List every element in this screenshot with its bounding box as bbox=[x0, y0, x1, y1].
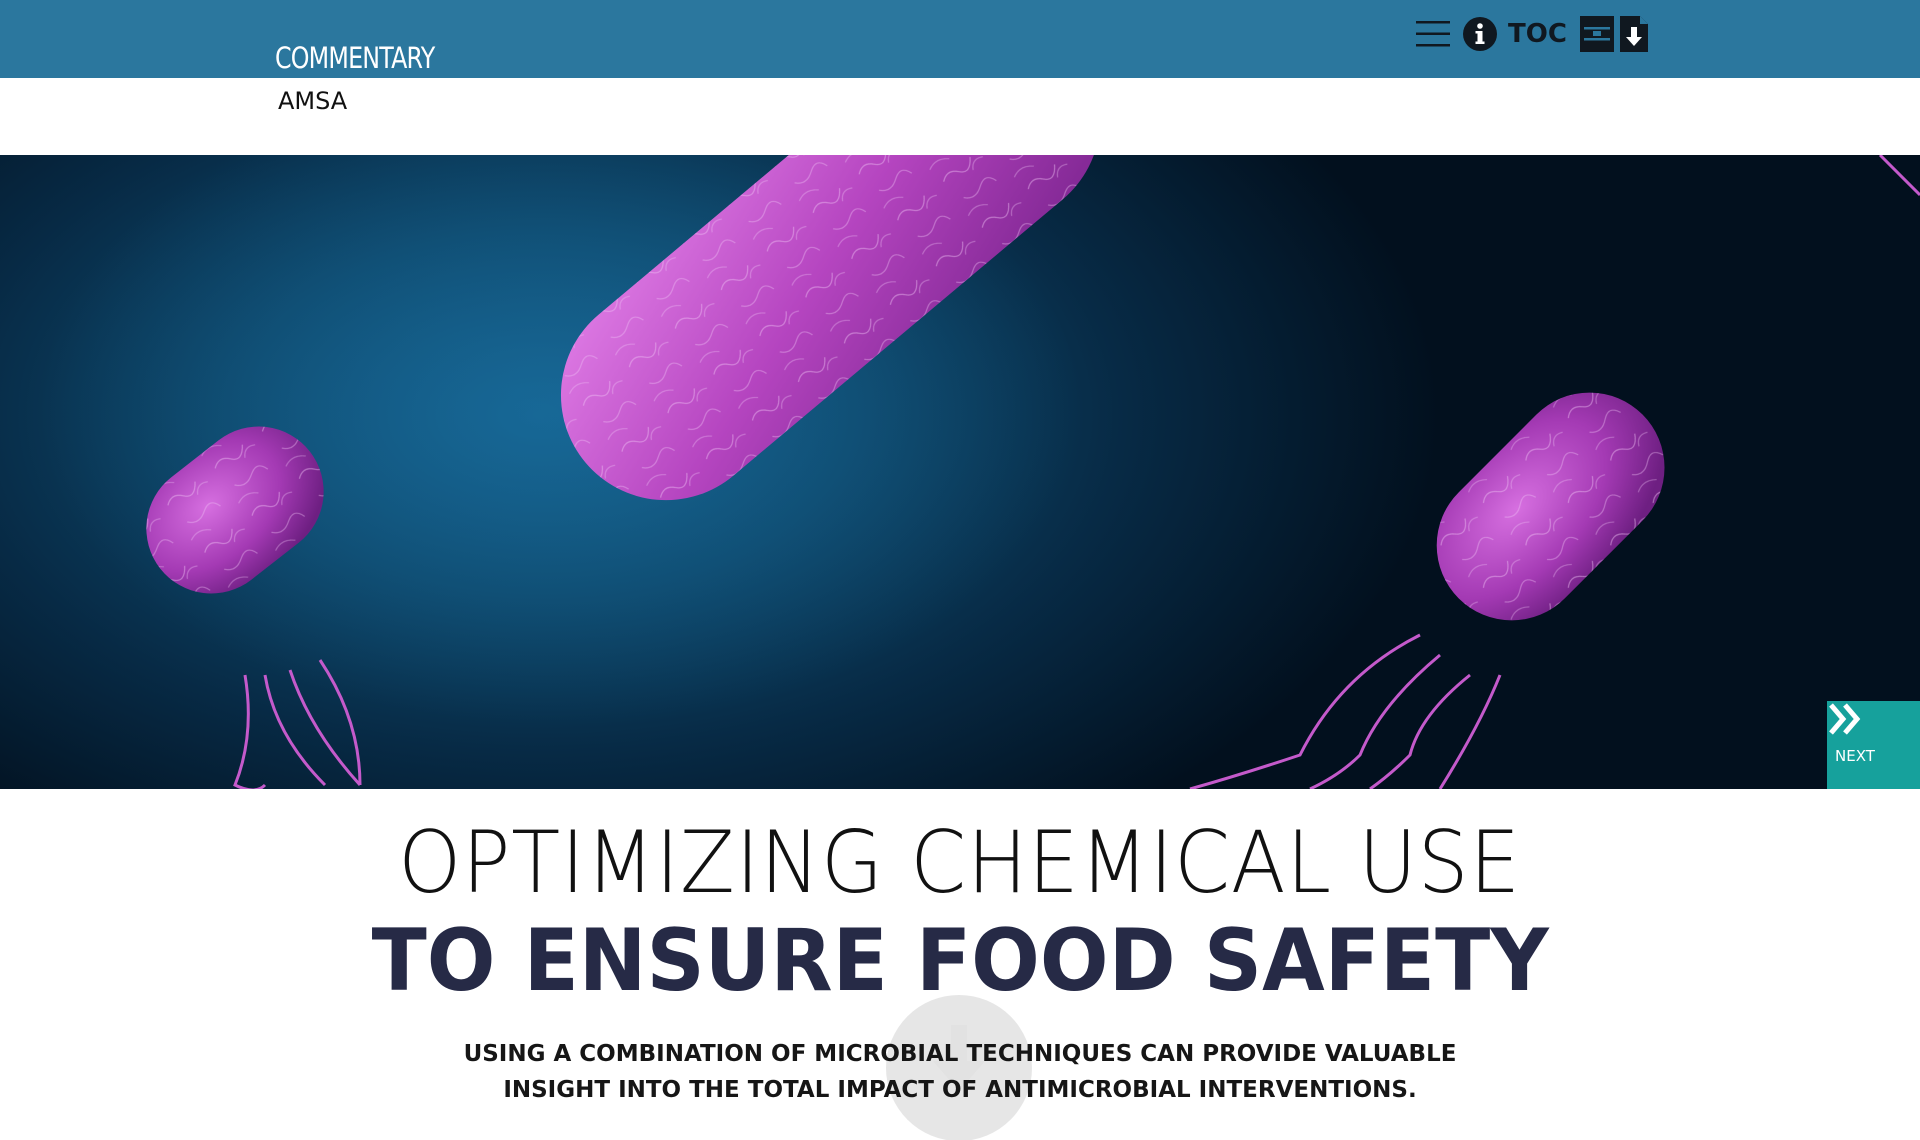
dek-line-2: INSIGHT INTO THE TOTAL IMPACT OF ANTIMIC… bbox=[503, 1077, 1417, 1103]
next-label: NEXT bbox=[1835, 746, 1875, 765]
top-bar: COMMENTARY TOC bbox=[0, 0, 1920, 78]
download-icon[interactable] bbox=[1619, 15, 1649, 53]
info-icon[interactable] bbox=[1462, 16, 1498, 52]
toc-button[interactable]: TOC bbox=[1508, 19, 1567, 49]
double-chevron-right-icon bbox=[1829, 703, 1861, 735]
dek-line-1: USING A COMBINATION OF MICROBIAL TECHNIQ… bbox=[463, 1041, 1457, 1067]
page: COMMENTARY TOC AMSA NEXT OPTIMIZING CHEM… bbox=[0, 0, 1920, 1140]
article-title-line-1: OPTIMIZING CHEMICAL USE bbox=[0, 808, 1920, 918]
section-label: COMMENTARY bbox=[275, 41, 435, 75]
article-dek: USING A COMBINATION OF MICROBIAL TECHNIQ… bbox=[0, 1036, 1920, 1108]
bacteria-illustration bbox=[40, 155, 1920, 789]
toolbar: TOC bbox=[1414, 14, 1649, 54]
next-page-button[interactable]: NEXT bbox=[1827, 701, 1920, 789]
hamburger-menu-icon[interactable] bbox=[1414, 17, 1452, 51]
hero-image: NEXT bbox=[0, 155, 1920, 789]
pages-icon[interactable] bbox=[1579, 15, 1615, 53]
title-line-1-text: OPTIMIZING CHEMICAL USE bbox=[398, 813, 1522, 913]
publisher-name: AMSA bbox=[278, 87, 348, 115]
